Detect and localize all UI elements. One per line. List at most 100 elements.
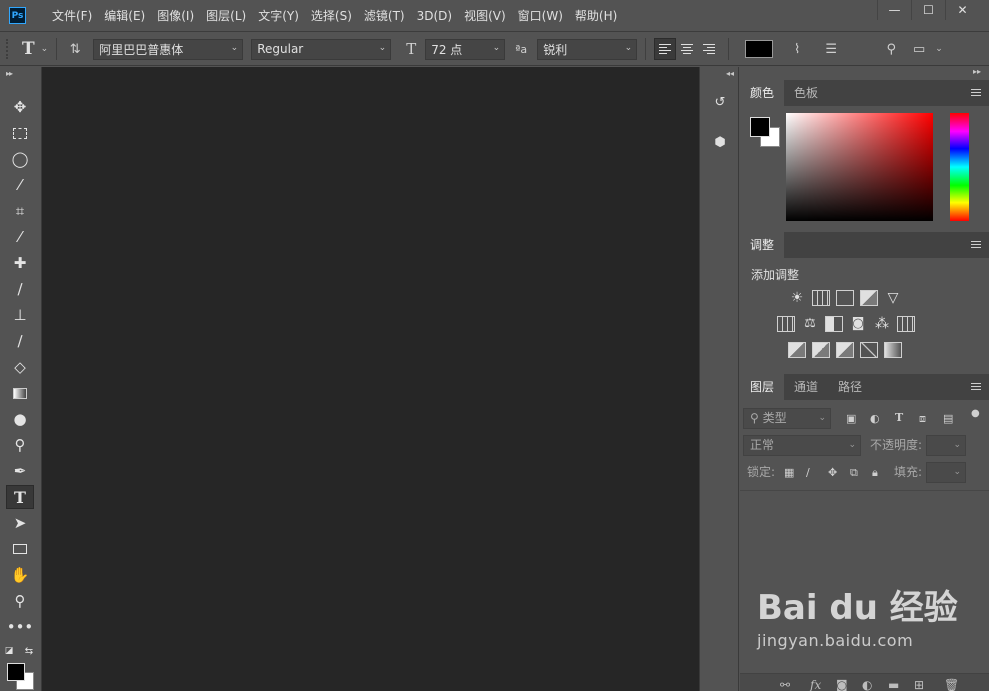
hand-tool-icon[interactable]: ✋ xyxy=(6,563,34,587)
menu-type[interactable]: 文字(Y) xyxy=(252,0,305,32)
menu-edit[interactable]: 编辑(E) xyxy=(98,0,151,32)
type-tool-icon[interactable]: T xyxy=(6,485,34,509)
opacity-input[interactable]: ⌄ xyxy=(926,435,966,456)
menu-window[interactable]: 窗口(W) xyxy=(512,0,569,32)
menu-image[interactable]: 图像(I) xyxy=(151,0,200,32)
menu-help[interactable]: 帮助(H) xyxy=(569,0,623,32)
selective-color-icon[interactable] xyxy=(860,342,878,358)
font-style-select[interactable]: Regular ⌄ xyxy=(251,38,392,60)
brightness-contrast-icon[interactable]: ☀ xyxy=(788,290,806,306)
crop-tool-icon[interactable]: ⌗ xyxy=(6,199,34,223)
blur-tool-icon[interactable]: ● xyxy=(6,407,34,431)
color-balance-icon[interactable]: ⚖ xyxy=(801,316,819,332)
character-panel-icon[interactable]: ☰ xyxy=(821,42,841,57)
history-panel-icon[interactable]: ↺ xyxy=(709,91,731,113)
invert-icon[interactable] xyxy=(788,342,806,358)
zoom-tool-icon[interactable]: ⚲ xyxy=(6,589,34,613)
quick-select-tool-icon[interactable]: ⁄ xyxy=(6,173,34,197)
search-icon[interactable]: ⚲ xyxy=(881,42,901,57)
filter-toggle-icon[interactable]: ● xyxy=(971,408,980,419)
menu-select[interactable]: 选择(S) xyxy=(305,0,358,32)
hue-slider[interactable] xyxy=(950,113,969,221)
channel-mixer-icon[interactable]: ⁂ xyxy=(873,316,891,332)
options-grip[interactable] xyxy=(6,39,12,59)
foreground-color-swatch[interactable] xyxy=(750,117,770,137)
tab-swatches[interactable]: 色板 xyxy=(784,80,828,106)
pen-tool-icon[interactable]: ✒ xyxy=(6,459,34,483)
text-orientation-icon[interactable]: ⇅ xyxy=(65,42,85,57)
layer-style-icon[interactable]: fx xyxy=(810,678,821,691)
clone-stamp-tool-icon[interactable]: ⊥ xyxy=(6,303,34,327)
antialias-select[interactable]: 锐利 ⌄ xyxy=(537,38,638,60)
delete-layer-icon[interactable]: 🗑︎ xyxy=(944,678,959,691)
curves-icon[interactable] xyxy=(836,290,854,306)
lock-transparent-icon[interactable]: ▦ xyxy=(784,466,794,479)
font-family-select[interactable]: 阿里巴巴普惠体 ⌄ xyxy=(93,38,244,60)
close-button[interactable]: ✕ xyxy=(945,0,979,20)
tab-paths[interactable]: 路径 xyxy=(828,374,872,400)
collapse-arrows-icon[interactable]: ◂◂ xyxy=(726,69,734,78)
rectangle-tool-icon[interactable] xyxy=(6,537,34,561)
swap-colors-icon[interactable]: ⇆ xyxy=(22,639,36,663)
type-layer-filter-icon[interactable]: T xyxy=(895,411,903,424)
marquee-tool-icon[interactable] xyxy=(6,121,34,145)
shape-layer-filter-icon[interactable]: ⧈ xyxy=(919,412,926,426)
align-right-button[interactable] xyxy=(698,38,720,60)
history-brush-tool-icon[interactable]: ∕ xyxy=(6,329,34,353)
lock-artboard-icon[interactable]: ⧉ xyxy=(850,466,858,480)
menu-view[interactable]: 视图(V) xyxy=(458,0,512,32)
collapse-arrows-icon[interactable]: ▸▸ xyxy=(6,69,13,78)
dodge-tool-icon[interactable]: ⚲ xyxy=(6,433,34,457)
chevron-down-icon[interactable]: ⌄ xyxy=(41,44,49,54)
posterize-icon[interactable] xyxy=(812,342,830,358)
photo-filter-icon[interactable]: ◙ xyxy=(849,316,867,332)
lock-all-icon[interactable]: 🔒︎ xyxy=(872,466,878,480)
threshold-icon[interactable] xyxy=(836,342,854,358)
menu-3d[interactable]: 3D(D) xyxy=(411,0,458,32)
collapse-arrows-icon[interactable]: ▸▸ xyxy=(973,67,981,76)
tab-adjustments[interactable]: 调整 xyxy=(740,232,785,258)
type-tool-preset-icon[interactable]: T xyxy=(22,39,35,59)
move-tool-icon[interactable]: ✥ xyxy=(6,95,34,119)
font-size-select[interactable]: 72 点 ⌄ xyxy=(425,38,506,60)
lock-position-icon[interactable]: ✥ xyxy=(828,466,837,479)
pixel-layer-filter-icon[interactable]: ▣ xyxy=(846,412,856,425)
hue-saturation-icon[interactable] xyxy=(777,316,795,332)
align-center-button[interactable] xyxy=(676,38,698,60)
menu-file[interactable]: 文件(F) xyxy=(46,0,98,32)
properties-panel-icon[interactable]: ⬢ xyxy=(709,131,731,153)
default-colors-icon[interactable]: ◪ xyxy=(2,639,16,663)
chevron-down-icon[interactable]: ⌄ xyxy=(935,44,943,54)
panel-menu-icon[interactable] xyxy=(971,241,981,250)
more-tools-icon[interactable]: ••• xyxy=(6,615,34,639)
brush-tool-icon[interactable]: ∕ xyxy=(6,277,34,301)
menu-layer[interactable]: 图层(L) xyxy=(200,0,252,32)
text-color-swatch[interactable] xyxy=(745,40,774,58)
maximize-button[interactable]: ☐ xyxy=(911,0,945,20)
exposure-icon[interactable] xyxy=(860,290,878,306)
document-canvas-area[interactable] xyxy=(42,67,699,691)
lasso-tool-icon[interactable]: ◯ xyxy=(6,147,34,171)
new-group-icon[interactable]: ▬ xyxy=(888,678,899,691)
tab-layers[interactable]: 图层 xyxy=(740,374,785,400)
adjustment-layer-icon[interactable]: ◐ xyxy=(862,678,872,691)
warp-text-icon[interactable]: ⌇ xyxy=(787,42,807,57)
minimize-button[interactable]: — xyxy=(877,0,911,20)
link-layers-icon[interactable]: ⚯ xyxy=(780,678,790,691)
gradient-tool-icon[interactable] xyxy=(6,381,34,405)
color-lookup-icon[interactable] xyxy=(897,316,915,332)
adjustment-layer-filter-icon[interactable]: ◐ xyxy=(870,412,880,425)
align-left-button[interactable] xyxy=(654,38,677,60)
tab-channels[interactable]: 通道 xyxy=(784,374,828,400)
panel-menu-icon[interactable] xyxy=(971,383,981,392)
fill-input[interactable]: ⌄ xyxy=(926,462,966,483)
path-selection-tool-icon[interactable]: ➤ xyxy=(6,511,34,535)
new-layer-icon[interactable]: ⊞ xyxy=(914,678,924,691)
menu-filter[interactable]: 滤镜(T) xyxy=(358,0,411,32)
foreground-color-swatch[interactable] xyxy=(7,663,25,681)
workspace-icon[interactable]: ▭ xyxy=(909,42,929,57)
layer-filter-select[interactable]: ⚲ 类型 ⌄ xyxy=(743,408,831,429)
smart-object-filter-icon[interactable]: ▤ xyxy=(943,412,953,425)
levels-icon[interactable] xyxy=(812,290,830,306)
panel-menu-icon[interactable] xyxy=(971,89,981,98)
